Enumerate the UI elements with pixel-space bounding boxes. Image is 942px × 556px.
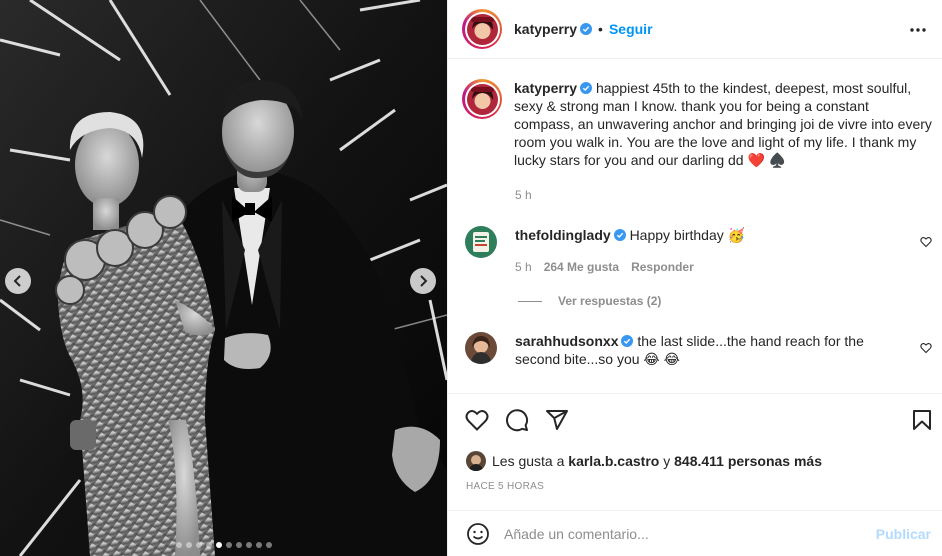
publish-button[interactable]: Publicar: [876, 526, 931, 542]
add-comment-bar: Publicar: [448, 510, 942, 556]
verified-badge-icon: [613, 229, 626, 241]
post-caption: katyperry happiest 45th to the kindest, …: [462, 79, 932, 169]
caption-username[interactable]: katyperry: [514, 80, 577, 96]
comment-username[interactable]: thefoldinglady: [515, 227, 611, 243]
author-avatar[interactable]: [462, 9, 502, 49]
carousel-dot: [205, 542, 212, 548]
post-media[interactable]: [0, 0, 447, 556]
caption-text-block: katyperry happiest 45th to the kindest, …: [514, 79, 932, 169]
comment-username[interactable]: sarahhudsonxx: [515, 333, 618, 349]
comment-text-block: sarahhudsonxx the last slide...the hand …: [515, 332, 910, 368]
follow-button[interactable]: Seguir: [609, 21, 653, 37]
action-bar: [448, 393, 942, 447]
likes-and: y: [663, 453, 671, 469]
avatar-image: [466, 13, 498, 45]
reply-button[interactable]: Responder: [631, 260, 694, 274]
comment-likes[interactable]: 264 Me gusta: [544, 260, 619, 274]
comment-item: thefoldinglady Happy birthday 🥳: [462, 226, 932, 258]
view-replies-label: Ver respuestas (2): [558, 294, 662, 308]
header-separator: •: [598, 21, 603, 37]
carousel-prev-button[interactable]: [5, 268, 31, 294]
carousel-dot: [195, 542, 202, 548]
caption-avatar[interactable]: [462, 79, 502, 119]
heart-icon[interactable]: [465, 408, 489, 432]
comment-like-icon[interactable]: [920, 342, 932, 354]
carousel-dot: [215, 542, 222, 548]
likes-prefix: Les gusta a: [492, 453, 565, 469]
carousel-dot: [225, 542, 232, 548]
post-header: katyperry • Seguir: [448, 0, 942, 59]
likes-summary: Les gusta a karla.b.castro y 848.411 per…: [466, 451, 822, 471]
comment-icon[interactable]: [505, 408, 529, 432]
carousel-dot: [265, 542, 272, 548]
liker-avatar[interactable]: [466, 451, 486, 471]
view-replies-button[interactable]: Ver respuestas (2): [518, 294, 661, 308]
post-panel: katyperry • Seguir katyperry happiest 45…: [447, 0, 942, 556]
post-timestamp[interactable]: HACE 5 HORAS: [466, 481, 544, 492]
author-username[interactable]: katyperry: [514, 21, 577, 37]
comment-like-icon[interactable]: [920, 236, 932, 248]
post-photo: [0, 0, 447, 556]
carousel-dots: [0, 542, 447, 548]
comment-text: Happy birthday 🥳: [629, 227, 746, 243]
carousel-dot: [235, 542, 242, 548]
chevron-left-icon: [13, 275, 21, 287]
comment-input[interactable]: [504, 525, 864, 542]
commenter-avatar[interactable]: [465, 226, 497, 258]
carousel-dot: [245, 542, 252, 548]
carousel-next-button[interactable]: [410, 268, 436, 294]
verified-badge-icon: [580, 23, 593, 35]
liker-username[interactable]: karla.b.castro: [568, 453, 659, 469]
comment-item: sarahhudsonxx the last slide...the hand …: [462, 332, 932, 368]
comments-section[interactable]: katyperry happiest 45th to the kindest, …: [448, 59, 942, 393]
comment-meta: 5 h 264 Me gusta Responder: [515, 260, 694, 274]
carousel-dot: [255, 542, 262, 548]
carousel-dot: [175, 542, 182, 548]
more-options-icon[interactable]: [909, 21, 927, 39]
chevron-right-icon: [420, 275, 428, 287]
avatar-image: [466, 83, 498, 115]
comment-time: 5 h: [515, 260, 532, 274]
caption-time: 5 h: [515, 188, 532, 202]
likes-count[interactable]: 848.411 personas más: [674, 453, 822, 469]
carousel-dot: [185, 542, 192, 548]
verified-badge-icon: [580, 82, 593, 94]
bookmark-icon[interactable]: [910, 408, 934, 432]
emoji-icon[interactable]: [466, 522, 490, 546]
share-icon[interactable]: [545, 408, 569, 432]
verified-badge-icon: [621, 335, 634, 347]
comment-text-block: thefoldinglady Happy birthday 🥳: [515, 226, 910, 258]
commenter-avatar[interactable]: [465, 332, 497, 364]
replies-line: [518, 300, 542, 302]
